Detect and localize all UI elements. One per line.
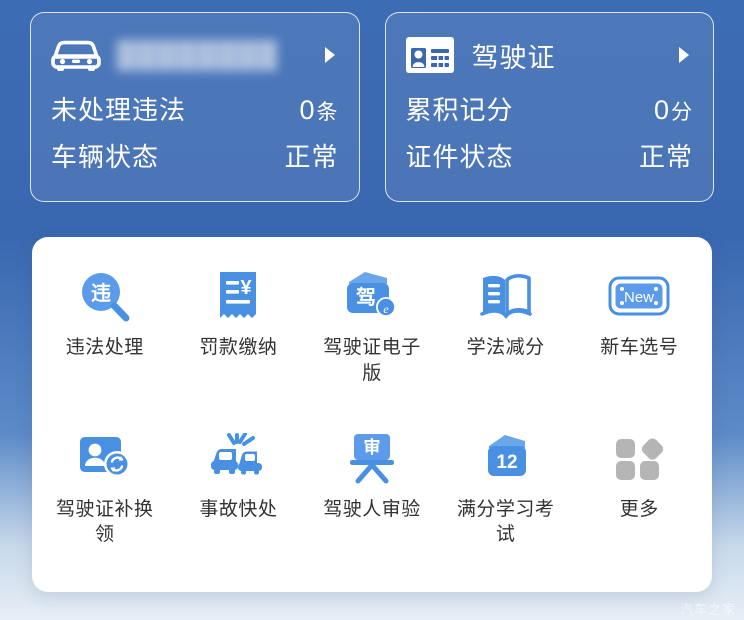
tile-new-plate-selection[interactable]: New 新车选号 [572, 259, 706, 421]
vehicle-unhandled-violations-row: 未处理违法 0条 [49, 85, 341, 132]
tile-license-replacement[interactable]: 驾驶证补换领 [38, 421, 172, 583]
driver-license-status-card[interactable]: 驾驶证 累积记分 0分 证件状态 正常 [384, 12, 714, 202]
vehicle-unhandled-violations-label: 未处理违法 [51, 95, 187, 125]
tile-fine-payment[interactable]: ¥ 罚款缴纳 [172, 259, 306, 421]
license-state-value: 正常 [638, 142, 693, 172]
license-points-number: 0 [653, 95, 670, 125]
tile-accident-quick[interactable]: 事故快处 [172, 421, 306, 583]
vehicle-plate-number: ████████ [117, 39, 279, 70]
vehicle-unhandled-violations-value: 0条 [299, 95, 338, 126]
vehicle-state-value: 正常 [284, 142, 339, 172]
full-points-icon-text: 12 [496, 452, 517, 473]
violation-search-icon: 违 [74, 267, 136, 325]
tile-label-accident-quick: 事故快处 [199, 498, 278, 520]
tile-label-violation-handling: 违法处理 [65, 337, 144, 358]
car-front-icon [49, 33, 105, 77]
license-state-row: 证件状态 正常 [404, 132, 696, 179]
chevron-right-icon[interactable] [673, 46, 695, 64]
tile-label-study-law-points: 学法减分 [466, 337, 545, 358]
tile-label-driver-review: 驾驶人审验 [323, 498, 421, 520]
tile-e-driver-license[interactable]: 驾 e 驾驶证电子版 [305, 259, 439, 421]
tile-more[interactable]: 更多 [572, 421, 706, 583]
receipt-yuan-icon: ¥ [207, 267, 269, 325]
services-grid: 违 违法处理 ¥ 罚款缴纳 驾 e 驾驶证电子版 学法减分 New 新车选号 驾… [38, 259, 706, 582]
status-cards-row: ████████ 未处理违法 0条 车辆状态 正常 驾驶证 累积记分 0分 证件… [0, 0, 744, 202]
e-license-wallet-icon: 驾 e [341, 267, 403, 325]
driver-license-title: 驾驶证 [471, 42, 556, 73]
violation-icon-char: 违 [91, 282, 111, 305]
license-points-label: 累积记分 [405, 95, 514, 125]
more-squares-icon [608, 429, 670, 487]
chevron-right-icon[interactable] [319, 46, 341, 64]
easel-review-icon: 审 [341, 429, 403, 487]
tile-full-points-study[interactable]: 12 满分学习考试 [439, 421, 573, 583]
tile-violation-handling[interactable]: 违 违法处理 [38, 259, 172, 421]
card-person-refresh-icon [74, 429, 136, 487]
tile-label-full-points-study: 满分学习考试 [456, 498, 555, 546]
tile-label-e-driver-license: 驾驶证电子版 [323, 337, 421, 384]
vehicle-card-header[interactable]: ████████ [49, 27, 341, 83]
twelve-points-icon: 12 [475, 429, 537, 487]
driver-license-card-header[interactable]: 驾驶证 [404, 27, 696, 83]
license-points-row: 累积记分 0分 [404, 85, 696, 132]
services-panel: 违 违法处理 ¥ 罚款缴纳 驾 e 驾驶证电子版 学法减分 New 新车选号 驾… [32, 237, 712, 592]
new-plate-icon-text: New [624, 289, 654, 306]
license-state-label: 证件状态 [405, 142, 514, 172]
tile-label-license-replacement: 驾驶证补换领 [56, 498, 154, 546]
tile-label-more: 更多 [619, 498, 659, 520]
e-license-icon-char: 驾 [356, 285, 376, 309]
vehicle-state-row: 车辆状态 正常 [49, 132, 341, 179]
fine-icon-char: ¥ [241, 277, 253, 299]
id-card-icon [404, 33, 460, 77]
tile-driver-review[interactable]: 审 驾驶人审验 [305, 421, 439, 583]
vehicle-status-card[interactable]: ████████ 未处理违法 0条 车辆状态 正常 [30, 12, 360, 202]
new-plate-icon: New [608, 267, 670, 325]
vehicle-unhandled-violations-unit: 条 [316, 101, 339, 124]
tile-label-new-plate-selection: 新车选号 [600, 337, 679, 358]
tile-study-law-points[interactable]: 学法减分 [439, 259, 573, 421]
open-book-icon [475, 267, 537, 325]
driver-review-icon-char: 审 [363, 437, 380, 457]
vehicle-state-label: 车辆状态 [51, 142, 160, 172]
tile-label-fine-payment: 罚款缴纳 [199, 337, 278, 358]
vehicle-unhandled-violations-number: 0 [299, 95, 316, 125]
crash-cars-icon [207, 429, 269, 487]
watermark: 汽车之家 [679, 602, 736, 617]
svg-text:e: e [383, 302, 389, 316]
license-points-unit: 分 [671, 101, 693, 124]
license-points-value: 0分 [654, 95, 693, 126]
